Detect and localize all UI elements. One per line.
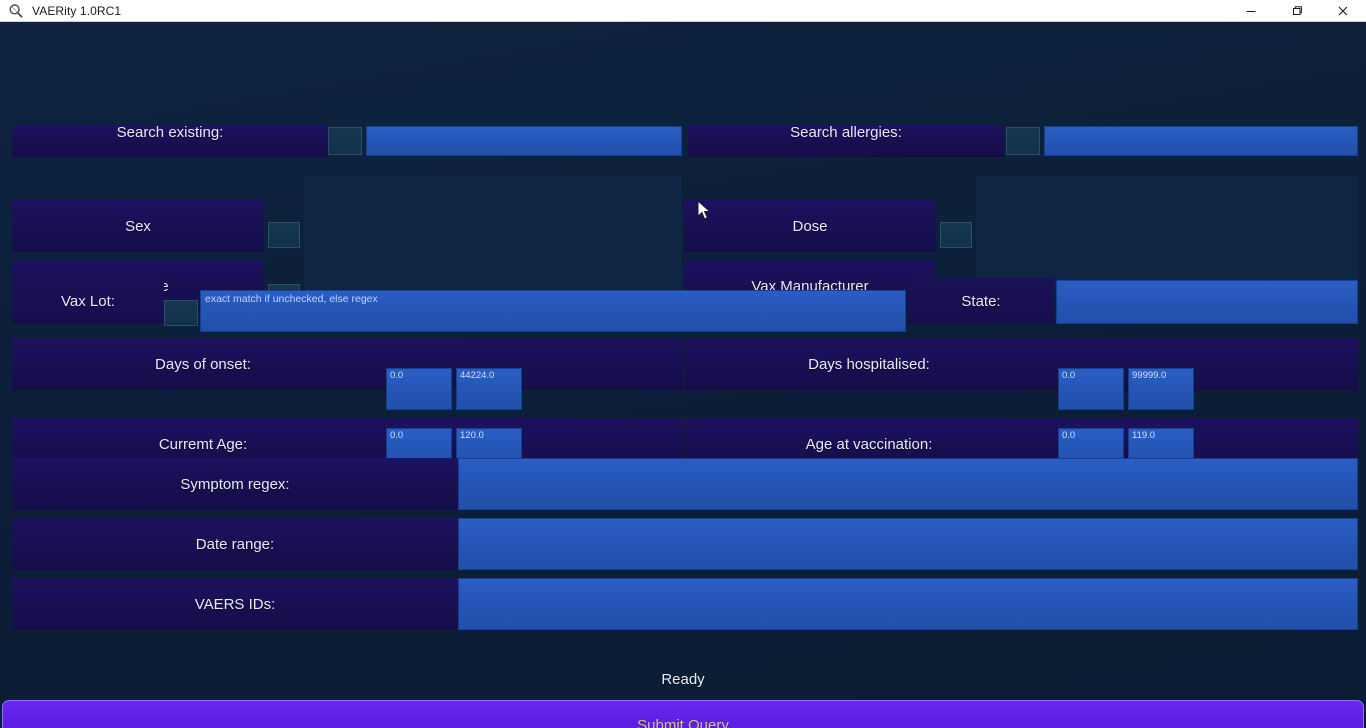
search-existing-input[interactable] <box>366 126 682 156</box>
status-text: Ready <box>661 670 705 688</box>
search-allergies-label: Search allergies: <box>790 125 902 141</box>
search-existing-label: Search existing: <box>116 125 224 141</box>
days-of-onset-min-input[interactable]: 0.0 <box>386 368 452 410</box>
close-button[interactable] <box>1320 0 1366 22</box>
days-of-onset-label: Days of onset: <box>155 355 251 373</box>
minimize-button[interactable] <box>1228 0 1274 22</box>
dose-manufacturer-plate <box>976 176 1358 290</box>
window-title: VAERity 1.0RC1 <box>32 3 122 18</box>
days-of-onset-max-input[interactable]: 44224.0 <box>456 368 522 410</box>
vaers-ids-input[interactable] <box>458 578 1358 630</box>
submit-query-label: Submit Query <box>637 716 729 728</box>
maximize-button[interactable] <box>1274 0 1320 22</box>
vax-lot-label: Vax Lot: <box>61 292 115 310</box>
date-range-label: Date range: <box>195 535 275 553</box>
app-window: Search existing: Search allergies: Sex D… <box>0 22 1366 728</box>
search-allergies-label-panel: Search allergies: <box>688 125 1004 157</box>
dose-label-panel: Dose <box>684 200 936 252</box>
dose-checkbox[interactable] <box>940 222 972 248</box>
date-range-input[interactable] <box>458 518 1358 570</box>
sex-label: Sex <box>125 217 151 235</box>
state-label: State: <box>961 292 1001 310</box>
age-at-vaccination-label: Age at vaccination: <box>805 435 933 453</box>
state-label-panel: State: <box>908 278 1054 324</box>
days-hospitalised-label: Days hospitalised: <box>808 355 930 373</box>
vax-lot-input[interactable]: exact match if unchecked, else regex <box>200 290 906 332</box>
top-blank-area <box>0 22 1366 118</box>
window-titlebar: VAERity 1.0RC1 <box>0 0 1366 22</box>
vax-lot-placeholder: exact match if unchecked, else regex <box>205 293 378 305</box>
days-hospitalised-label-panel: Days hospitalised: <box>684 338 1358 390</box>
symptom-regex-label: Symptom regex: <box>180 475 290 493</box>
days-hospitalised-max-input[interactable]: 99999.0 <box>1128 368 1194 410</box>
vaers-ids-label: VAERS IDs: <box>194 595 276 613</box>
magnifier-icon <box>8 3 24 19</box>
submit-query-button[interactable]: Submit Query <box>2 700 1364 728</box>
search-existing-label-panel: Search existing: <box>12 125 328 157</box>
sex-vaxtype-plate <box>304 176 682 290</box>
current-age-label: Curremt Age: <box>158 435 248 453</box>
symptom-regex-input[interactable] <box>458 458 1358 510</box>
state-input[interactable] <box>1056 280 1358 324</box>
dose-label: Dose <box>792 217 828 235</box>
search-allergies-input[interactable] <box>1044 126 1358 156</box>
days-hospitalised-min-input[interactable]: 0.0 <box>1058 368 1124 410</box>
symptom-regex-label-panel: Symptom regex: <box>12 458 458 510</box>
sex-checkbox[interactable] <box>268 222 300 248</box>
days-of-onset-label-panel: Days of onset: <box>12 338 682 390</box>
search-existing-checkbox[interactable] <box>328 127 362 155</box>
date-range-label-panel: Date range: <box>12 518 458 570</box>
search-allergies-checkbox[interactable] <box>1006 127 1040 155</box>
sex-label-panel: Sex <box>12 200 264 252</box>
vaers-ids-label-panel: VAERS IDs: <box>12 578 458 630</box>
vax-lot-label-panel: Vax Lot: <box>12 278 164 324</box>
vax-lot-regex-checkbox[interactable] <box>164 300 198 326</box>
status-bar: Ready <box>0 658 1366 700</box>
